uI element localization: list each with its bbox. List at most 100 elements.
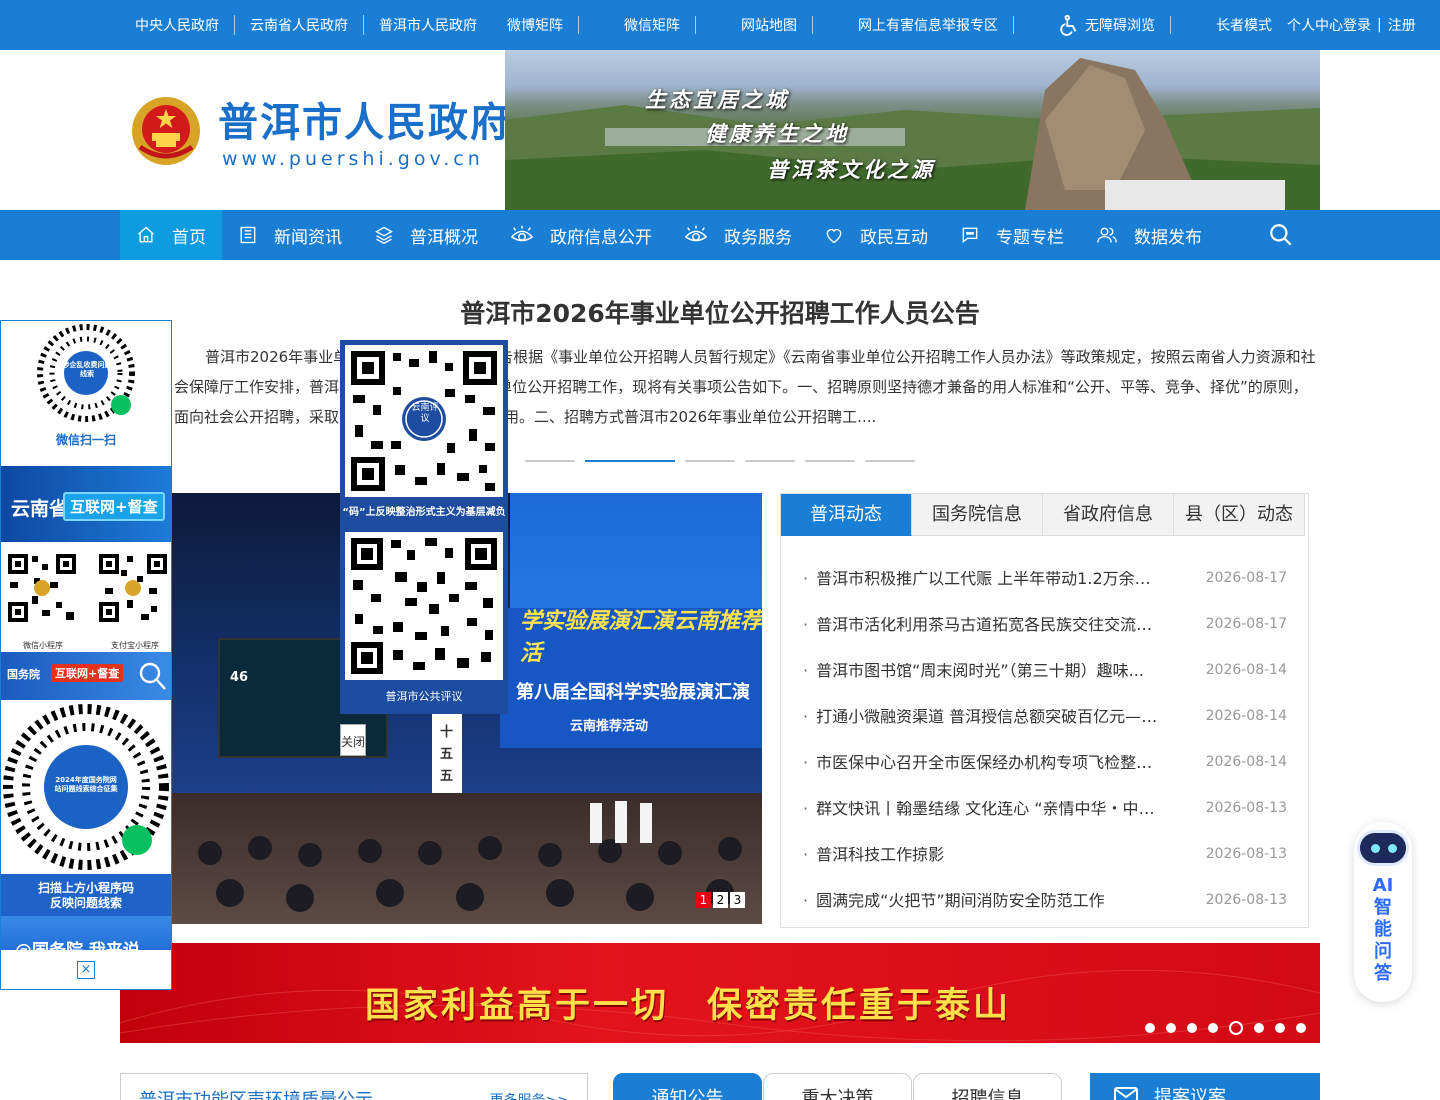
list-item[interactable]: 普洱市活化利用茶马古道拓宽各民族交往交流交... 2026-08-17 [803, 617, 1287, 663]
news-panel: 普洱动态 国务院信息 省政府信息 县（区）动态 普洱市积极推广以工代赈 上半年带… [780, 493, 1309, 928]
news-title[interactable]: 普洱市积极推广以工代赈 上半年带动1.2万余名... [803, 571, 1163, 617]
list-item[interactable]: 打通小微融资渠道 普洱授信总额突破百亿元——... 2026-08-14 [803, 709, 1287, 755]
wechat-scan-label: 微信扫一扫 [55, 433, 116, 447]
mini-program-qr-pair: 微信小程序 支付宝小程序 [1, 542, 171, 652]
tab-provincial-gov[interactable]: 省政府信息 [1043, 494, 1174, 536]
tab-county-news[interactable]: 县（区）动态 [1174, 494, 1305, 536]
list-item[interactable]: 普洱科技工作掠影 2026-08-13 [803, 847, 1287, 893]
banner-dots [1145, 1021, 1306, 1035]
news-title[interactable]: 群文快讯丨翰墨结缘 文化连心 “亲情中华・中国... [803, 801, 1163, 847]
nav-item-overview[interactable]: 普洱概况 [358, 210, 494, 260]
nav-item-news[interactable]: 新闻资讯 [222, 210, 358, 260]
banner-dot[interactable] [1166, 1023, 1176, 1033]
ai-label-char: 智 [1374, 897, 1392, 918]
nav-label: 首页 [172, 227, 206, 248]
magnifier-icon [139, 662, 166, 690]
nav-label: 政务服务 [724, 227, 792, 248]
login-divider: | [1377, 17, 1382, 33]
news-title[interactable]: 市医保中心召开全市医保经办机构专项飞检整改... [803, 755, 1163, 801]
tab-notices[interactable]: 通知公告 [613, 1073, 762, 1100]
nav-item-data[interactable]: 数据发布 [1080, 210, 1218, 260]
site-url: www.puershi.gov.cn [222, 148, 484, 170]
banner-landscape [505, 58, 1320, 210]
alipay-mini-caption: 支付宝小程序 [111, 641, 159, 650]
link-yunnan-gov[interactable]: 云南省人民政府 [234, 15, 363, 35]
headline-dot[interactable] [525, 460, 575, 462]
link-weibo-matrix[interactable]: 微博矩阵 [492, 15, 578, 35]
news-title[interactable]: 普洱市活化利用茶马古道拓宽各民族交往交流交... [803, 617, 1163, 663]
news-title[interactable]: 打通小微融资渠道 普洱授信总额突破百亿元——... [803, 709, 1163, 755]
site-header: 普洱市人民政府 www.puershi.gov.cn 生态宜居之城 健康养生之地… [120, 50, 1320, 210]
list-item[interactable]: 普洱市图书馆“周末阅时光”（第三十期）趣味... 2026-08-14 [803, 663, 1287, 709]
tab-major-decisions[interactable]: 重大决策 [763, 1073, 912, 1100]
list-item[interactable]: 普洱市积极推广以工代赈 上半年带动1.2万余名... 2026-08-17 [803, 571, 1287, 617]
nav-item-home[interactable]: 首页 [120, 210, 222, 260]
news-title[interactable]: 普洱科技工作掠影 [803, 847, 1163, 893]
public-appraisal-qr-icon[interactable] [345, 532, 503, 680]
nav-label: 政府信息公开 [550, 227, 652, 248]
headline-dot-active[interactable] [585, 460, 675, 462]
accessibility-button[interactable]: 无障碍浏览 [1044, 14, 1170, 36]
state-council-supervision-banner[interactable]: 国务院 互联网+督查 [1, 652, 171, 700]
news-date: 2026-08-14 [1205, 754, 1287, 770]
link-central-gov[interactable]: 中央人民政府 [120, 15, 234, 35]
link-wechat-matrix[interactable]: 微信矩阵 [609, 15, 695, 35]
banner-dot[interactable] [1254, 1023, 1264, 1033]
banner-dot[interactable] [1275, 1023, 1285, 1033]
suggestion-box[interactable]: 提案议案 [1090, 1073, 1320, 1100]
nav-item-topics[interactable]: 专题专栏 [944, 210, 1080, 260]
headline-dot[interactable] [745, 460, 795, 462]
tab-state-council[interactable]: 国务院信息 [912, 494, 1043, 536]
link-site-map[interactable]: 网站地图 [726, 15, 812, 35]
slider-page[interactable]: 3 [730, 892, 745, 908]
state-council-i-speak-banner[interactable]: @国务院 我来说 [1, 916, 171, 961]
list-item[interactable]: 圆满完成“火把节”期间消防安全防范工作 2026-08-13 [803, 893, 1287, 939]
ai-label-char: 问 [1374, 941, 1392, 962]
headline-title[interactable]: 普洱市2026年事业单位公开招聘工作人员公告 [120, 294, 1320, 330]
banner-dot[interactable] [1296, 1023, 1306, 1033]
close-icon[interactable]: × [77, 961, 95, 979]
list-item[interactable]: 群文快讯丨翰墨结缘 文化连心 “亲情中华・中国... 2026-08-13 [803, 801, 1287, 847]
link-puer-gov[interactable]: 普洱市人民政府 [363, 15, 492, 35]
slider-page[interactable]: 2 [713, 892, 728, 908]
search-icon[interactable] [1268, 222, 1294, 248]
headline-dot[interactable] [805, 460, 855, 462]
wheelchair-icon [1060, 14, 1077, 36]
tab-puer-news[interactable]: 普洱动态 [781, 494, 912, 536]
banner-dot[interactable] [1208, 1023, 1218, 1033]
register-link[interactable]: 注册 [1388, 15, 1416, 35]
wechat-mini-qr-icon[interactable] [6, 552, 78, 624]
yunnan-supervision-banner[interactable]: 云南省 互联网+督查 [1, 466, 171, 542]
env-quality-box: 普洱市功能区声环境质量公示 更多服务>> [120, 1073, 588, 1100]
banner-dot[interactable] [1145, 1023, 1155, 1033]
headline-dot[interactable] [685, 460, 735, 462]
nav-item-interaction[interactable]: 政民互动 [808, 210, 944, 260]
nav-item-gov-info[interactable]: 政府信息公开 [494, 210, 668, 260]
news-title[interactable]: 普洱市图书馆“周末阅时光”（第三十期）趣味... [803, 663, 1163, 709]
site-name[interactable]: 普洱市人民政府 [218, 90, 512, 148]
secrecy-banner[interactable]: 国家利益高于一切 保密责任重于泰山 [120, 943, 1320, 1043]
top-right-links: 微博矩阵 微信矩阵 网站地图 网上有害信息举报专区 无障碍浏览 长者模式 个人中… [492, 14, 1416, 36]
list-item[interactable]: 市医保中心召开全市医保经办机构专项飞检整改... 2026-08-14 [803, 755, 1287, 801]
photo-event-subtitle: 云南推荐活动 [570, 719, 649, 734]
banner-dot-active[interactable] [1229, 1021, 1243, 1035]
photo-banner-text: 学实验展演汇演云南推荐活 [520, 609, 762, 666]
tab-recruitment[interactable]: 招聘信息 [913, 1073, 1062, 1100]
ai-assistant-button[interactable]: AI 智 能 问 答 [1354, 822, 1412, 1002]
center-float-panel: 云南评议 “码”上反映整治形式主义为基层减负 普洱市公共评议 [340, 340, 508, 714]
login-link[interactable]: 个人中心登录 [1287, 15, 1371, 35]
close-float-button[interactable]: 关闭 [340, 724, 366, 756]
mail-icon [1114, 1087, 1138, 1100]
news-title[interactable]: 圆满完成“火把节”期间消防安全防范工作 [803, 893, 1163, 939]
layers-icon [375, 226, 393, 245]
alipay-mini-qr-icon[interactable] [97, 552, 169, 624]
slider-page-active[interactable]: 1 [696, 892, 711, 908]
top-left-links: 中央人民政府 云南省人民政府 普洱市人民政府 [120, 15, 492, 35]
env-quality-title[interactable]: 普洱市功能区声环境质量公示 [139, 1086, 373, 1100]
link-harmful-info-report[interactable]: 网上有害信息举报专区 [843, 15, 1013, 35]
headline-dot[interactable] [865, 460, 915, 462]
elder-mode-button[interactable]: 长者模式 [1201, 15, 1287, 35]
nav-item-services[interactable]: 政务服务 [668, 210, 808, 260]
more-services-link[interactable]: 更多服务>> [490, 1090, 569, 1100]
banner-dot[interactable] [1187, 1023, 1197, 1033]
